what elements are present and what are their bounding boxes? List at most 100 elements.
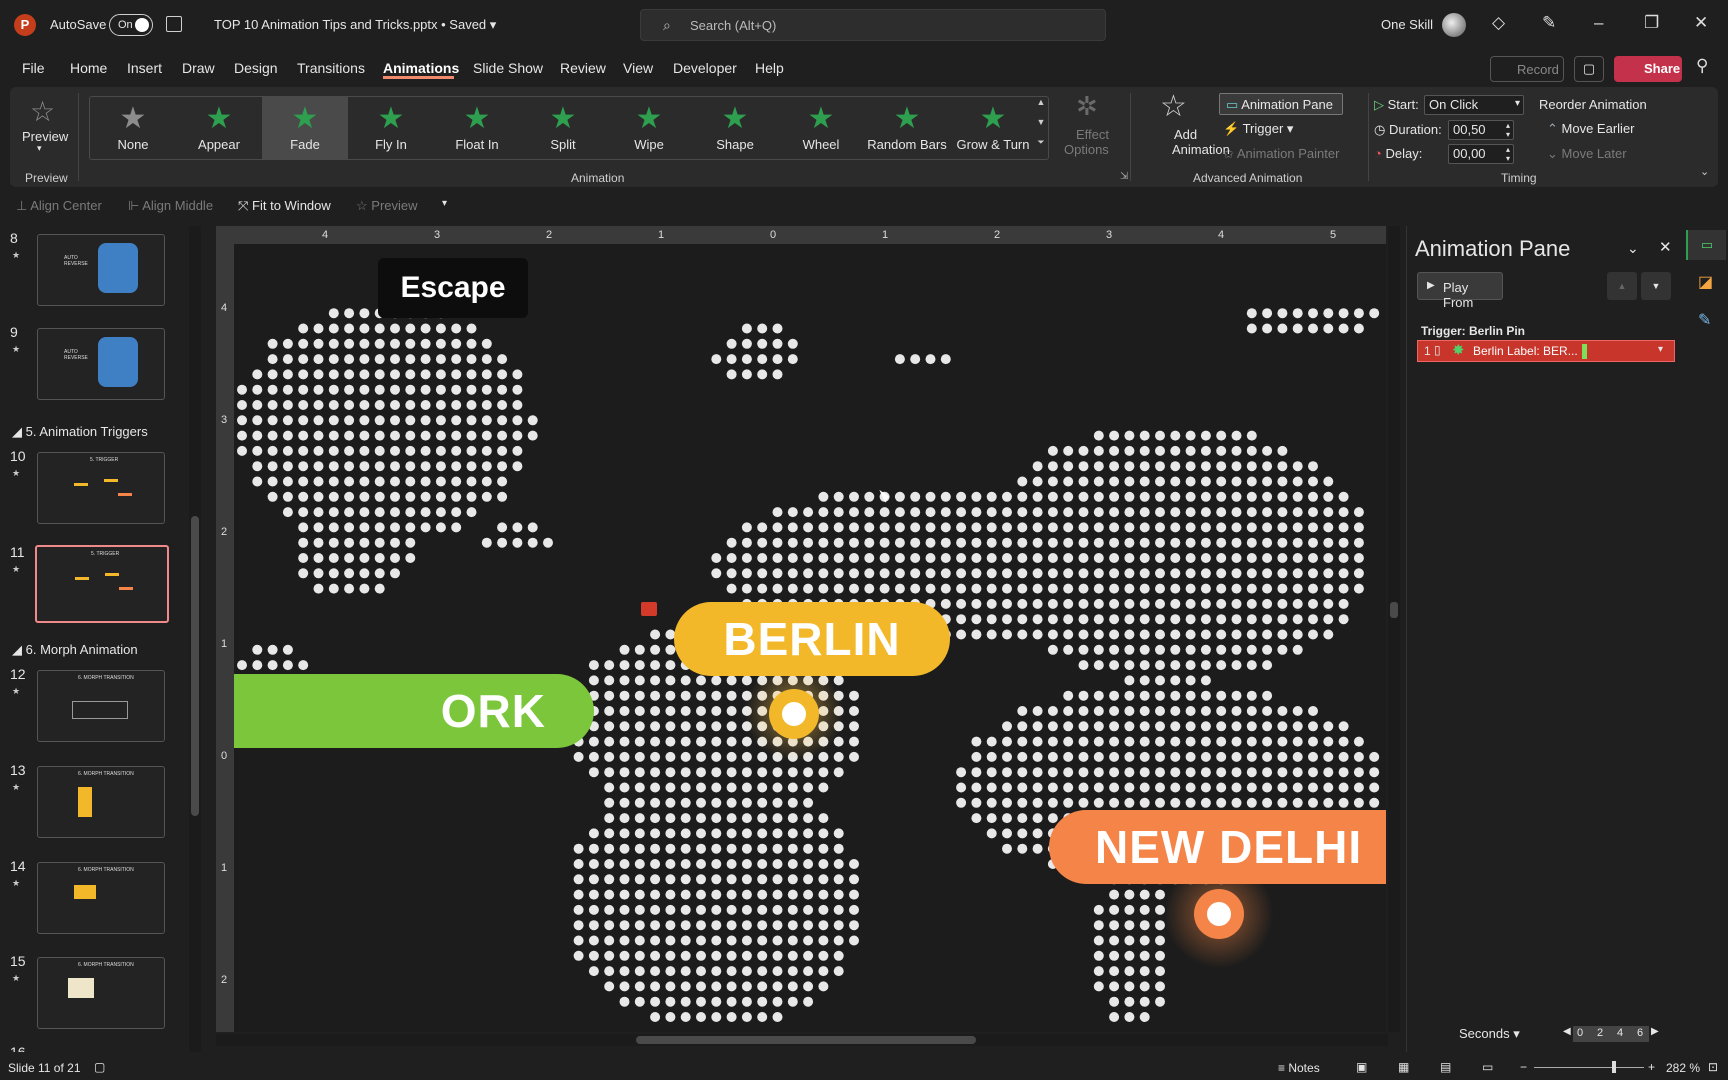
slide-sorter-icon[interactable]: ▦ (1398, 1060, 1409, 1074)
close-icon[interactable]: ✕ (1694, 13, 1708, 33)
timeline-left-icon[interactable]: ◀ (1563, 1026, 1571, 1037)
normal-view-icon[interactable]: ▣ (1356, 1060, 1367, 1074)
animation-fly-in[interactable]: ★ Fly In (348, 97, 434, 159)
slide-thumbnail-15[interactable]: 6. MORPH TRANSITION (37, 957, 165, 1029)
reading-view-icon[interactable]: ▤ (1440, 1060, 1451, 1074)
berlin-label[interactable]: BERLIN (674, 602, 950, 676)
animation-random-bars[interactable]: ★ Random Bars (864, 97, 950, 159)
animation-fade[interactable]: ★ Fade (262, 97, 348, 159)
zoom-slider-thumb[interactable] (1612, 1061, 1616, 1073)
close-pane-icon[interactable]: ✕ (1659, 238, 1672, 256)
tab-design[interactable]: Design (234, 60, 278, 76)
move-down-icon[interactable]: ▼ (1641, 272, 1671, 300)
slide-horizontal-scrollbar[interactable] (216, 1034, 1388, 1046)
add-animation-label-1[interactable]: Add (1174, 127, 1197, 142)
tab-insert[interactable]: Insert (127, 60, 162, 76)
notes-button[interactable]: ≡ Notes (1278, 1061, 1320, 1075)
minimize-icon[interactable]: – (1594, 13, 1603, 33)
animation-appear[interactable]: ★ Appear (176, 97, 262, 159)
duration-field[interactable]: 00,50 ▴ ▾ (1448, 120, 1514, 140)
fit-slide-icon[interactable]: ⊡ (1708, 1060, 1718, 1074)
add-animation-label-2[interactable]: Animation (1172, 142, 1230, 157)
diamond-icon[interactable]: ◇ (1492, 13, 1505, 33)
share-button[interactable]: Share (1614, 56, 1682, 82)
thumbnail-scrollbar[interactable] (189, 226, 201, 1052)
tab-help[interactable]: Help (755, 60, 784, 76)
restore-icon[interactable]: ❐ (1644, 13, 1659, 33)
new-york-label[interactable]: ORK (234, 674, 594, 748)
tab-review[interactable]: Review (560, 60, 606, 76)
preview-icon[interactable]: ☆ (30, 95, 55, 128)
animation-pane-rail-icon[interactable]: ▭ (1686, 230, 1726, 260)
tab-file[interactable]: File (22, 60, 45, 76)
add-animation-icon[interactable]: ☆ (1160, 89, 1187, 124)
designer-icon[interactable]: ✎ (1698, 310, 1711, 330)
chevron-down-icon[interactable]: ▾ (37, 143, 42, 154)
slide-thumbnail-10[interactable]: 5. TRIGGER (37, 452, 165, 524)
slide-thumbnail-8[interactable]: AUTO REVERSE (37, 234, 165, 306)
move-earlier-button[interactable]: ⌃ Move Earlier (1547, 121, 1635, 137)
gallery-scroll-down-icon[interactable]: ▼ (1034, 117, 1048, 137)
comment-icon[interactable]: ▢ (1574, 56, 1604, 82)
spinner-icon[interactable]: ▴ ▾ (1506, 145, 1510, 163)
slide-thumbnail-11[interactable]: 5. TRIGGER (35, 545, 169, 623)
animation-wheel[interactable]: ★ Wheel (778, 97, 864, 159)
dialog-launcher-icon[interactable]: ⇲ (1120, 171, 1128, 182)
seconds-dropdown[interactable]: Seconds ▾ (1459, 1026, 1520, 1042)
animation-shape[interactable]: ★ Shape (692, 97, 778, 159)
timeline-right-icon[interactable]: ▶ (1651, 1026, 1659, 1037)
zoom-slider[interactable] (1534, 1067, 1644, 1068)
animation-float-in[interactable]: ★ Float In (434, 97, 520, 159)
animation-split[interactable]: ★ Split (520, 97, 606, 159)
fit-window-button[interactable]: ⤧ Fit to Window (238, 198, 331, 214)
pane-options-icon[interactable]: ⌄ (1627, 240, 1639, 257)
animation-none[interactable]: ★ None (90, 97, 176, 159)
slide-vertical-scrollbar[interactable] (1388, 226, 1400, 1032)
gallery-scroll-up-icon[interactable]: ▲ (1034, 97, 1048, 117)
scroll-thumb[interactable] (191, 516, 199, 816)
timeline-ruler[interactable]: ◀ 0 2 4 6 ▶ (1563, 1026, 1659, 1042)
customize-toolbar-icon[interactable]: ▾ (442, 198, 447, 209)
preview-button[interactable]: Preview (22, 129, 68, 144)
animation-list-item[interactable]: 1 ▯ ✸ Berlin Label: BER... ▾ (1417, 340, 1675, 362)
tab-transitions[interactable]: Transitions (297, 60, 365, 76)
chevron-down-icon[interactable]: ▾ (1658, 344, 1663, 355)
avatar[interactable] (1442, 13, 1466, 37)
tab-animations[interactable]: Animations (383, 60, 459, 76)
zoom-out-icon[interactable]: − (1520, 1060, 1527, 1074)
new-delhi-label[interactable]: NEW DELHI (1049, 810, 1386, 884)
trigger-marker-icon[interactable] (641, 602, 657, 616)
tab-view[interactable]: View (623, 60, 653, 76)
play-from-button[interactable]: ▶ Play From (1417, 272, 1503, 310)
start-select[interactable]: On Click ▾ (1424, 95, 1524, 115)
scroll-thumb[interactable] (1390, 602, 1398, 618)
trigger-button[interactable]: ⚡ Trigger ▾ (1223, 121, 1293, 137)
format-shape-icon[interactable]: ◪ (1698, 272, 1713, 292)
spinner-icon[interactable]: ▴ ▾ (1506, 121, 1510, 139)
tab-draw[interactable]: Draw (182, 60, 215, 76)
pen-icon[interactable]: ✎ (1542, 13, 1556, 33)
slide-thumbnail-13[interactable]: 6. MORPH TRANSITION (37, 766, 165, 838)
tab-developer[interactable]: Developer (673, 60, 737, 76)
save-icon[interactable] (166, 16, 182, 32)
document-title[interactable]: TOP 10 Animation Tips and Tricks.pptx • … (214, 17, 496, 33)
autosave-toggle[interactable]: On (109, 14, 153, 36)
ribbon-options-icon[interactable]: ⚲ (1696, 56, 1708, 76)
section-header-triggers[interactable]: ◢ 5. Animation Triggers (12, 424, 148, 440)
zoom-level[interactable]: 282 % (1666, 1061, 1700, 1075)
gallery-more-icon[interactable]: ⏷ (1034, 137, 1048, 157)
slide-thumbnail-14[interactable]: 6. MORPH TRANSITION (37, 862, 165, 934)
slide-show-icon[interactable]: ▭ (1482, 1060, 1493, 1074)
search-input[interactable]: ⌕ Search (Alt+Q) (640, 9, 1106, 41)
record-button[interactable]: Record (1490, 56, 1564, 82)
tab-home[interactable]: Home (70, 60, 107, 76)
zoom-in-icon[interactable]: + (1648, 1060, 1655, 1074)
scroll-thumb[interactable] (636, 1036, 976, 1044)
animation-grow-turn[interactable]: ★ Grow & Turn (950, 97, 1036, 159)
escape-label[interactable]: Escape (378, 258, 528, 318)
tab-slide-show[interactable]: Slide Show (473, 60, 543, 76)
slide-thumbnail-9[interactable]: AUTO REVERSE (37, 328, 165, 400)
section-header-morph[interactable]: ◢ 6. Morph Animation (12, 642, 138, 658)
collapse-ribbon-icon[interactable]: ⌄ (1700, 165, 1709, 178)
slide-thumbnail-12[interactable]: 6. MORPH TRANSITION (37, 670, 165, 742)
